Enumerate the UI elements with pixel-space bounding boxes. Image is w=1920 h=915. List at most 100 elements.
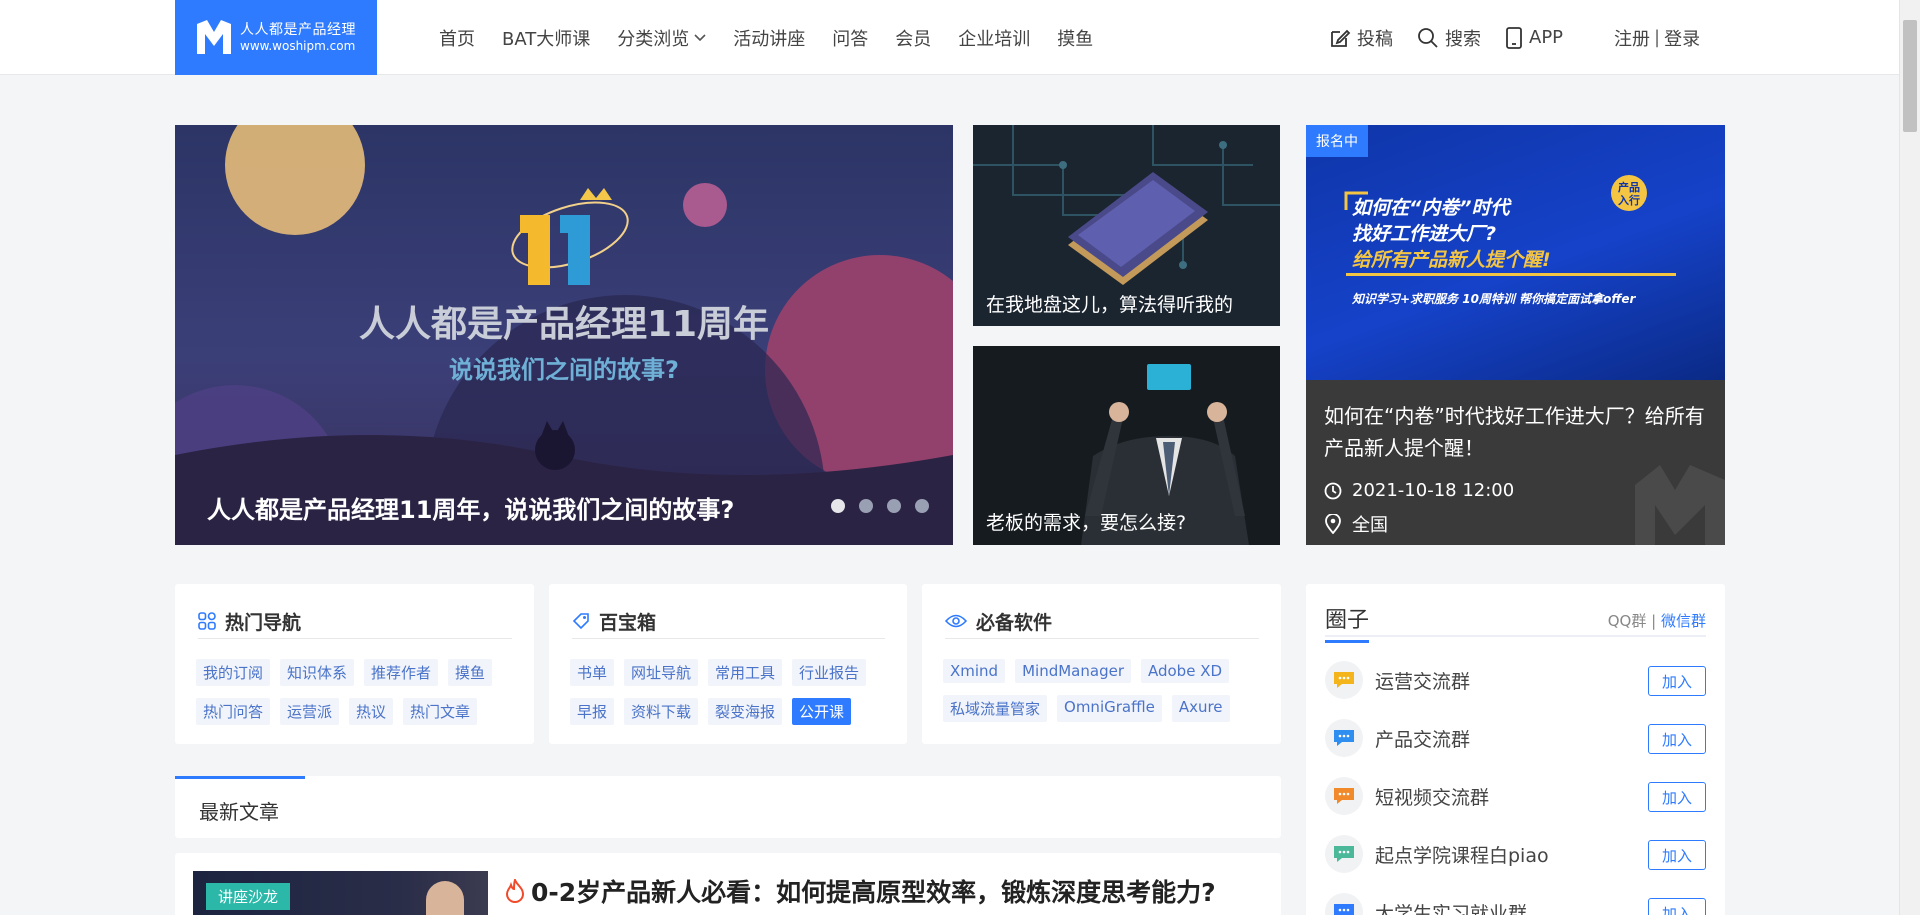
tag-icon [572, 613, 589, 630]
tag-hot-articles[interactable]: 热门文章 [403, 698, 478, 725]
latest-articles-tab: 最新文章 [175, 776, 1281, 838]
carousel-dots [817, 499, 929, 513]
carousel-dot-2[interactable] [859, 499, 873, 513]
tag-common-tools[interactable]: 常用工具 [708, 659, 783, 686]
carousel-dot-3[interactable] [887, 499, 901, 513]
join-button[interactable]: 加入 [1648, 898, 1706, 915]
event-title: 如何在“内卷”时代找好工作进大厂？给所有产品新人提个醒！ [1324, 404, 1705, 460]
toolbox-title: 百宝箱 [599, 611, 657, 634]
article-item[interactable]: 讲座沙龙 0-2岁产品新人必看：如何提高原型效率，锻炼深度思考能力? [175, 853, 1281, 915]
event-time: 2021-10-18 12:00 [1324, 480, 1514, 501]
page-scrollbar[interactable] [1899, 0, 1920, 915]
hot-nav-tags: 我的订阅 知识体系 推荐作者 摸鱼 热门问答 运营派 热议 热门文章 [196, 659, 524, 737]
tag-booklist[interactable]: 书单 [570, 659, 615, 686]
post-button[interactable]: 投稿 [1329, 25, 1393, 51]
tag-recommended-authors[interactable]: 推荐作者 [364, 659, 439, 686]
event-banner-stamp: 产品入行 [1618, 181, 1640, 207]
tag-axure[interactable]: Axure [1171, 695, 1230, 722]
site-header: 人人都是产品经理 www.woshipm.com 首页 BAT大师课 分类浏览 … [0, 0, 1899, 75]
tag-downloads[interactable]: 资料下载 [624, 698, 699, 725]
search-icon [1418, 27, 1438, 48]
article-title[interactable]: 0-2岁产品新人必看：如何提高原型效率，锻炼深度思考能力? [505, 873, 1216, 909]
search-button[interactable]: 搜索 [1417, 25, 1481, 51]
nav-qa[interactable]: 问答 [832, 25, 868, 51]
nav-home[interactable]: 首页 [439, 25, 475, 51]
join-button[interactable]: 加入 [1648, 724, 1706, 754]
event-banner-line-3: 给所有产品新人提个醒! [1352, 249, 1551, 271]
join-button[interactable]: 加入 [1648, 666, 1706, 696]
chat-bubble-icon [1325, 719, 1363, 757]
auth-separator: | [1654, 27, 1661, 48]
logo-text: 人人都是产品经理 www.woshipm.com [240, 22, 356, 54]
status-badge: 报名中 [1306, 125, 1368, 157]
nav-moyu[interactable]: 摸鱼 [1057, 25, 1093, 51]
toolbox-card: 百宝箱 书单 网址导航 常用工具 行业报告 早报 资料下载 裂变海报 公开课 [549, 584, 907, 744]
toolbox-tags: 书单 网址导航 常用工具 行业报告 早报 资料下载 裂变海报 公开课 [570, 659, 897, 737]
qq-group-tab[interactable]: QQ群 [1608, 612, 1647, 630]
event-banner-line-1: 如何在“内卷”时代 [1352, 197, 1510, 219]
circle-panel: 圈子 QQ群 | 微信群 运营交流群 加入 产品交流群 加入 短视频交流群 加入… [1306, 584, 1725, 915]
chat-bubble-icon [1325, 777, 1363, 815]
tag-adobe-xd[interactable]: Adobe XD [1140, 659, 1230, 683]
tag-hot-qa[interactable]: 热门问答 [196, 698, 271, 725]
software-card: 必备软件 Xmind MindManager Adobe XD 私域流量管家 O… [922, 584, 1281, 744]
article-thumbnail[interactable]: 讲座沙龙 [193, 871, 488, 915]
carousel-dot-4[interactable] [915, 499, 929, 513]
chevron-down-icon [694, 33, 706, 41]
hero-side-card-1[interactable]: 在我地盘这儿，算法得听我的 [973, 125, 1280, 326]
tag-private-traffic[interactable]: 私域流量管家 [943, 695, 1048, 722]
join-button[interactable]: 加入 [1648, 840, 1706, 870]
circle-tabs: QQ群 | 微信群 [1608, 610, 1706, 631]
group-name: 大学生实习就业群 [1375, 902, 1528, 915]
event-banner-line-2: 找好工作进大厂? [1352, 223, 1497, 245]
nav-enterprise-training[interactable]: 企业培训 [958, 25, 1030, 51]
edit-icon [1331, 29, 1351, 47]
nav-events[interactable]: 活动讲座 [733, 25, 805, 51]
tag-morning-news[interactable]: 早报 [570, 698, 615, 725]
tag-moyu[interactable]: 摸鱼 [448, 659, 493, 686]
tag-viral-posters[interactable]: 裂变海报 [708, 698, 783, 725]
toolbox-header: 百宝箱 [572, 604, 885, 639]
tag-hot-discussions[interactable]: 热议 [349, 698, 394, 725]
event-time-text: 2021-10-18 12:00 [1352, 480, 1515, 501]
carousel-dot-1[interactable] [831, 499, 845, 513]
wechat-group-tab[interactable]: 微信群 [1661, 612, 1706, 630]
latest-articles-title[interactable]: 最新文章 [199, 796, 279, 825]
scrollbar-thumb[interactable] [1903, 20, 1917, 132]
tag-knowledge-system[interactable]: 知识体系 [280, 659, 355, 686]
hero-main-headline: 人人都是产品经理11周年 [358, 304, 770, 345]
tag-industry-reports[interactable]: 行业报告 [792, 659, 867, 686]
nav-categories[interactable]: 分类浏览 [617, 25, 706, 51]
article-title-text: 0-2岁产品新人必看：如何提高原型效率，锻炼深度思考能力? [531, 878, 1216, 907]
tag-xmind[interactable]: Xmind [943, 659, 1006, 683]
site-logo[interactable]: 人人都是产品经理 www.woshipm.com [175, 0, 377, 75]
group-item: 大学生实习就业群 加入 [1325, 890, 1706, 915]
grid-icon [198, 612, 216, 630]
app-button[interactable]: APP [1505, 26, 1563, 49]
tag-my-subscriptions[interactable]: 我的订阅 [196, 659, 271, 686]
nav-bat-master[interactable]: BAT大师课 [502, 25, 590, 51]
phone-icon [1506, 26, 1522, 49]
software-header: 必备软件 [945, 604, 1259, 639]
tag-omnigraffle[interactable]: OmniGraffle [1057, 695, 1162, 722]
hero-side-1-caption: 在我地盘这儿，算法得听我的 [986, 294, 1234, 316]
event-banner-sub: 知识学习+求职服务 10周特训 帮你搞定面试拿offer [1352, 292, 1636, 306]
tag-open-courses[interactable]: 公开课 [792, 698, 852, 725]
hot-nav-card: 热门导航 我的订阅 知识体系 推荐作者 摸鱼 热门问答 运营派 热议 热门文章 [175, 584, 534, 744]
chat-bubble-icon [1325, 835, 1363, 873]
post-label: 投稿 [1357, 28, 1393, 50]
join-button[interactable]: 加入 [1648, 782, 1706, 812]
register-link[interactable]: 注册 [1614, 25, 1650, 51]
event-info: 如何在“内卷”时代找好工作进大厂？给所有产品新人提个醒！ 2021-10-18 … [1306, 380, 1725, 545]
nav-membership[interactable]: 会员 [895, 25, 931, 51]
hero-side-2-caption: 老板的需求，要怎么接? [986, 512, 1187, 534]
chat-bubble-icon [1325, 661, 1363, 699]
tag-yunyingpai[interactable]: 运营派 [280, 698, 340, 725]
hero-main-caption[interactable]: 人人都是产品经理11周年，说说我们之间的故事? [207, 490, 734, 525]
hero-carousel[interactable]: 人人都是产品经理11周年 说说我们之间的故事? 人人都是产品经理11周年，说说我… [175, 125, 953, 545]
event-card[interactable]: 如何在“内卷”时代 找好工作进大厂? 给所有产品新人提个醒! 知识学习+求职服务… [1306, 125, 1725, 545]
tag-mindmanager[interactable]: MindManager [1015, 659, 1131, 683]
login-link[interactable]: 登录 [1664, 25, 1700, 51]
hero-side-card-2[interactable]: 老板的需求，要怎么接? [973, 346, 1280, 545]
tag-site-nav[interactable]: 网址导航 [624, 659, 699, 686]
